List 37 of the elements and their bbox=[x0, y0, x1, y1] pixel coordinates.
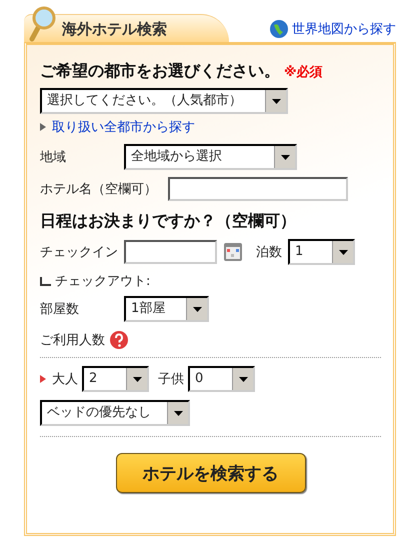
world-map-link[interactable]: 世界地図から探す bbox=[270, 20, 396, 42]
hotel-name-field[interactable] bbox=[168, 177, 348, 201]
caret-icon bbox=[280, 154, 290, 160]
caret-icon bbox=[238, 376, 248, 382]
dropdown[interactable]: 0 bbox=[188, 366, 255, 392]
all-cities-link[interactable]: 取り扱い全都市から探す bbox=[52, 118, 195, 136]
field-label: 泊数 bbox=[256, 244, 282, 261]
triangle-icon bbox=[40, 123, 46, 131]
section-heading: ご希望の都市をお選びください。 bbox=[40, 61, 280, 82]
tab[interactable]: 海外ホテル検索 bbox=[24, 14, 229, 42]
dropdown[interactable]: 1 bbox=[288, 239, 355, 265]
help-icon[interactable] bbox=[110, 331, 128, 349]
caret-icon bbox=[338, 250, 348, 254]
dropdown[interactable]: 全地域から選択 bbox=[124, 144, 297, 170]
field-label: ホテル名（空欄可） bbox=[40, 181, 158, 198]
field-label: チェックイン bbox=[40, 244, 119, 261]
dropdown[interactable]: 1部屋 bbox=[124, 296, 209, 322]
triangle-icon bbox=[40, 375, 46, 383]
section-heading: 日程はお決まりですか？（空欄可） bbox=[40, 211, 296, 232]
field-label: 大人 bbox=[52, 371, 78, 388]
field-label: チェックアウト: bbox=[55, 273, 150, 290]
dropdown[interactable]: 選択してください。（人気都市） bbox=[40, 88, 288, 114]
caret-icon bbox=[132, 376, 142, 382]
dropdown[interactable]: 2 bbox=[82, 366, 149, 392]
calendar-icon[interactable] bbox=[224, 243, 242, 261]
dropdown[interactable]: ベッドの優先なし bbox=[40, 400, 190, 426]
checkin-field[interactable] bbox=[124, 240, 217, 264]
required-note: ※必須 bbox=[284, 64, 323, 80]
globe-icon bbox=[270, 20, 288, 38]
caret-icon bbox=[192, 306, 202, 312]
caret-icon bbox=[174, 410, 182, 416]
field-label: 子供 bbox=[158, 371, 184, 388]
caret-icon bbox=[272, 98, 280, 104]
field-label: 地域 bbox=[40, 149, 67, 166]
search-hotels-button[interactable]: ホテルを検索する bbox=[116, 453, 306, 493]
field-label: ご利用人数 bbox=[40, 332, 105, 349]
field-label: 部屋数 bbox=[40, 301, 80, 318]
